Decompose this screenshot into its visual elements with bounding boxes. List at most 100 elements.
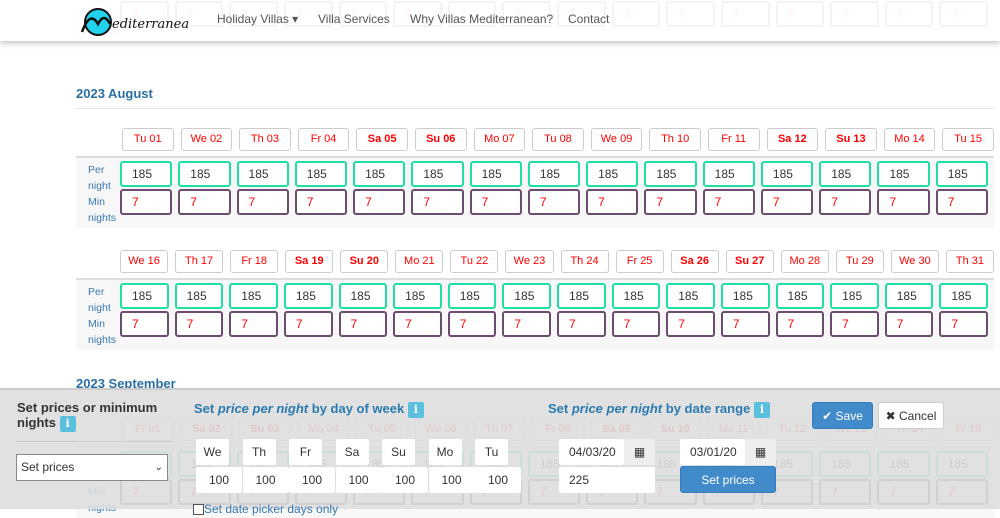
nav-holiday-villas[interactable]: Holiday Villas ▾ <box>217 12 298 26</box>
price-input[interactable]: 185 <box>338 283 388 309</box>
day-column: 1857 <box>702 161 755 215</box>
min-nights-input[interactable]: 7 <box>935 189 988 215</box>
price-input[interactable]: 185 <box>469 161 522 187</box>
chevron-down-icon: ⌄ <box>154 462 163 473</box>
info-icon[interactable]: i <box>59 415 76 432</box>
min-nights-input[interactable]: 7 <box>720 311 770 337</box>
price-input[interactable]: 185 <box>174 283 224 309</box>
month-title: 2023 August <box>76 86 153 101</box>
price-input[interactable]: 185 <box>283 283 333 309</box>
price-input[interactable]: 185 <box>557 283 606 309</box>
day-label: Su 20 <box>340 250 389 273</box>
price-input[interactable]: 185 <box>120 161 173 187</box>
price-input[interactable]: 185 <box>819 161 872 187</box>
price-input[interactable]: 185 <box>720 283 770 309</box>
min-nights-input[interactable]: 7 <box>229 311 278 337</box>
min-nights-input[interactable]: 7 <box>939 311 988 337</box>
set-prices-button[interactable]: Set prices <box>680 466 776 493</box>
calendar-icon[interactable]: ▦ <box>624 439 655 465</box>
price-input[interactable]: 185 <box>527 161 581 187</box>
min-nights-input[interactable]: 7 <box>469 189 522 215</box>
min-nights-input[interactable]: 7 <box>644 189 697 215</box>
price-input[interactable]: 185 <box>666 283 715 309</box>
price-input[interactable]: 185 <box>775 283 825 309</box>
price-input[interactable]: 185 <box>393 283 442 309</box>
price-input[interactable]: 185 <box>353 161 406 187</box>
info-icon[interactable]: i <box>753 401 770 418</box>
day-column: 1857 <box>830 283 879 337</box>
price-input[interactable]: 185 <box>830 283 879 309</box>
min-nights-input[interactable]: 7 <box>877 189 930 215</box>
nav-villa-services[interactable]: Villa Services <box>318 12 390 26</box>
min-nights-input[interactable]: 7 <box>527 189 581 215</box>
price-input[interactable]: 185 <box>447 283 497 309</box>
cancel-button[interactable]: ✖ Cancel <box>878 402 944 429</box>
price-input[interactable]: 185 <box>884 283 934 309</box>
day-label: Fr 18 <box>230 250 279 273</box>
min-nights-input[interactable]: 7 <box>666 311 715 337</box>
day-column: 1857 <box>611 283 661 337</box>
dow-price-input[interactable]: 100 <box>196 467 242 493</box>
day-label: We 09 <box>590 128 643 151</box>
price-input[interactable]: 185 <box>229 283 278 309</box>
min-nights-input[interactable]: 7 <box>236 189 289 215</box>
min-nights-input[interactable]: 7 <box>338 311 388 337</box>
min-nights-input[interactable]: 7 <box>447 311 497 337</box>
min-nights-input[interactable]: 7 <box>120 189 173 215</box>
price-input[interactable]: 185 <box>236 161 289 187</box>
min-nights-input[interactable]: 7 <box>830 311 879 337</box>
min-nights-input[interactable]: 7 <box>611 311 661 337</box>
day-column: 1857 <box>586 161 639 215</box>
price-input[interactable]: 185 <box>178 161 231 187</box>
price-input[interactable]: 185 <box>411 161 464 187</box>
dow-day-label: Fr <box>289 439 322 465</box>
min-nights-input[interactable]: 7 <box>557 311 606 337</box>
dow-price-input[interactable]: 100 <box>242 467 289 493</box>
min-nights-input[interactable]: 7 <box>702 189 755 215</box>
min-nights-input[interactable]: 7 <box>283 311 333 337</box>
logo[interactable]: editerranean <box>78 4 190 36</box>
price-input[interactable]: 185 <box>702 161 755 187</box>
picker-only-option[interactable]: Set date picker days only <box>193 502 338 516</box>
min-nights-input[interactable]: 7 <box>353 189 406 215</box>
price-input[interactable]: 185 <box>120 283 169 309</box>
range-price-input[interactable]: 225 <box>559 467 655 493</box>
price-input[interactable]: 185 <box>294 161 348 187</box>
min-nights-input[interactable]: 7 <box>760 189 814 215</box>
price-input[interactable]: 185 <box>760 161 814 187</box>
price-input[interactable]: 185 <box>939 283 988 309</box>
min-nights-input[interactable]: 7 <box>393 311 442 337</box>
dow-price-input[interactable]: 100 <box>475 467 521 493</box>
dow-price-input[interactable]: 100 <box>335 467 382 493</box>
min-nights-input[interactable]: 7 <box>411 189 464 215</box>
price-input[interactable]: 185 <box>935 161 988 187</box>
save-button[interactable]: ✔ Save <box>812 402 873 429</box>
date-from-input[interactable]: 04/03/20 <box>559 439 624 465</box>
picker-only-checkbox[interactable] <box>193 504 204 516</box>
price-input[interactable]: 185 <box>586 161 639 187</box>
check-icon: ✔ <box>822 409 833 423</box>
min-nights-input[interactable]: 7 <box>120 311 169 337</box>
min-nights-input[interactable]: 7 <box>174 311 224 337</box>
mode-select[interactable]: Set prices ⌄ <box>16 454 168 481</box>
min-nights-input[interactable]: 7 <box>884 311 934 337</box>
min-nights-input[interactable]: 7 <box>294 189 348 215</box>
price-input[interactable]: 185 <box>644 161 697 187</box>
price-input[interactable]: 185 <box>611 283 661 309</box>
min-nights-input[interactable]: 7 <box>819 189 872 215</box>
nav-why-villas[interactable]: Why Villas Mediterranean? <box>410 12 553 26</box>
date-to-input[interactable]: 03/01/20 <box>680 439 745 465</box>
calendar-icon[interactable]: ▦ <box>745 439 776 465</box>
day-label: Tu 22 <box>450 250 499 273</box>
dow-price-input[interactable]: 100 <box>289 467 335 493</box>
dow-price-input[interactable]: 100 <box>382 467 428 493</box>
min-nights-input[interactable]: 7 <box>775 311 825 337</box>
price-input[interactable]: 185 <box>502 283 551 309</box>
min-nights-input[interactable]: 7 <box>502 311 551 337</box>
price-input[interactable]: 185 <box>877 161 930 187</box>
nav-contact[interactable]: Contact <box>568 12 609 26</box>
info-icon[interactable]: i <box>407 401 424 418</box>
min-nights-input[interactable]: 7 <box>178 189 231 215</box>
dow-price-input[interactable]: 100 <box>428 467 475 493</box>
min-nights-input[interactable]: 7 <box>586 189 639 215</box>
